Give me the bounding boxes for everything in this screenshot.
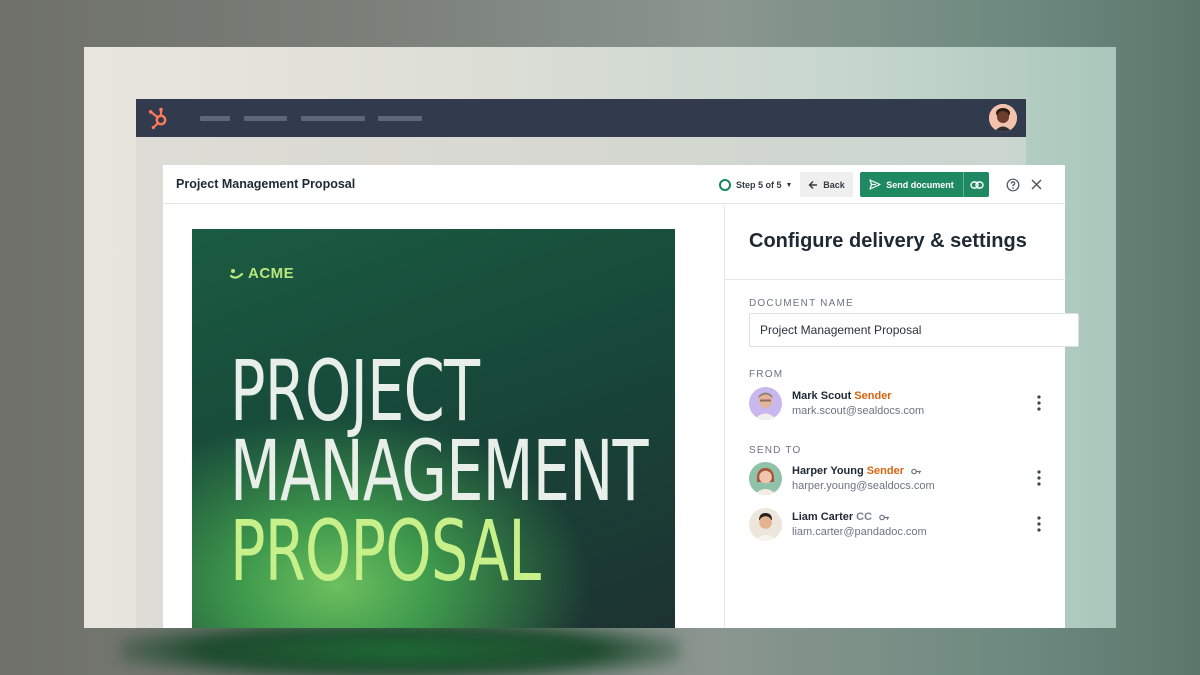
from-email: mark.scout@sealdocs.com bbox=[792, 405, 925, 417]
modal-title: Project Management Proposal bbox=[176, 177, 356, 191]
cover-title: PROJECT MANAGEMENT PROPOSAL bbox=[230, 342, 649, 600]
delivery-settings-pane: Configure delivery & settings DOCUMENT N… bbox=[724, 205, 1079, 628]
hubspot-sprocket-icon[interactable] bbox=[147, 106, 171, 130]
caret-down-icon: ▼ bbox=[785, 181, 793, 189]
recipient-name: Harper Young Sender bbox=[792, 465, 922, 477]
help-icon[interactable] bbox=[1006, 178, 1020, 192]
link-icon bbox=[969, 180, 984, 189]
send-label: Send document bbox=[886, 179, 954, 190]
send-to-label: SEND TO bbox=[749, 445, 802, 456]
more-options-icon[interactable] bbox=[1036, 516, 1042, 532]
nav-item-placeholder[interactable] bbox=[244, 116, 287, 121]
avatar bbox=[749, 462, 782, 495]
recipient-email: harper.young@sealdocs.com bbox=[792, 480, 935, 492]
send-document-modal: Project Management Proposal Step 5 of 5 … bbox=[163, 165, 1079, 628]
back-button[interactable]: Back bbox=[800, 172, 853, 197]
user-avatar-icon[interactable] bbox=[989, 104, 1017, 132]
key-icon bbox=[911, 468, 922, 474]
send-icon bbox=[869, 179, 881, 190]
nav-item-placeholder[interactable] bbox=[200, 116, 230, 121]
recipient-row: Liam Carter CC liam.carter@pandadoc.com bbox=[749, 508, 1049, 542]
top-navigation-bar bbox=[136, 99, 1026, 137]
modal-header: Project Management Proposal Step 5 of 5 … bbox=[163, 165, 1065, 204]
document-name-input[interactable] bbox=[749, 313, 1079, 347]
from-person: Mark Scout Sender mark.scout@sealdocs.com bbox=[749, 387, 1049, 421]
cover-line-1: PROJECT bbox=[230, 342, 480, 440]
cover-line-3: PROPOSAL bbox=[230, 502, 541, 600]
recipient-email: liam.carter@pandadoc.com bbox=[792, 526, 927, 538]
acme-mark-icon bbox=[230, 268, 244, 279]
acme-logo: ACME bbox=[230, 265, 294, 282]
nav-item-placeholder[interactable] bbox=[378, 116, 422, 121]
from-name: Mark Scout Sender bbox=[792, 390, 892, 402]
key-icon bbox=[879, 514, 890, 520]
cover-line-2: MANAGEMENT bbox=[230, 422, 649, 520]
progress-ring-icon bbox=[719, 179, 731, 191]
avatar bbox=[749, 508, 782, 541]
more-options-icon[interactable] bbox=[1036, 395, 1042, 411]
role-badge: Sender bbox=[854, 390, 892, 402]
avatar bbox=[749, 387, 782, 420]
arrow-left-icon bbox=[808, 180, 818, 189]
back-label: Back bbox=[823, 179, 845, 190]
from-label: FROM bbox=[749, 369, 784, 380]
person-name-text: Harper Young bbox=[792, 465, 864, 477]
recipient-row: Harper Young Sender harper.young@sealdocs… bbox=[749, 462, 1049, 496]
divider bbox=[725, 279, 1066, 280]
send-document-button[interactable]: Send document bbox=[860, 172, 963, 197]
person-name-text: Mark Scout bbox=[792, 390, 852, 402]
close-icon[interactable] bbox=[1030, 178, 1043, 191]
nav-item-placeholder[interactable] bbox=[301, 116, 365, 121]
recipient-name: Liam Carter CC bbox=[792, 511, 890, 523]
screenshot-frame: Project Management Proposal Step 5 of 5 … bbox=[84, 47, 1116, 628]
document-name-label: DOCUMENT NAME bbox=[749, 298, 854, 309]
backdrop-glow bbox=[120, 620, 680, 675]
more-options-icon[interactable] bbox=[1036, 470, 1042, 486]
settings-title: Configure delivery & settings bbox=[749, 230, 1027, 252]
role-badge: Sender bbox=[866, 465, 905, 477]
document-cover[interactable]: ACME PROJECT MANAGEMENT PROPOSAL bbox=[192, 229, 675, 628]
document-preview-pane: ACME PROJECT MANAGEMENT PROPOSAL bbox=[163, 205, 724, 628]
acme-brand-text: ACME bbox=[248, 265, 295, 282]
person-name-text: Liam Carter bbox=[792, 511, 854, 523]
role-badge: CC bbox=[856, 511, 873, 523]
copy-link-button[interactable] bbox=[963, 172, 989, 197]
step-label: Step 5 of 5 bbox=[736, 180, 782, 190]
step-dropdown[interactable]: Step 5 of 5 ▼ bbox=[719, 178, 792, 192]
